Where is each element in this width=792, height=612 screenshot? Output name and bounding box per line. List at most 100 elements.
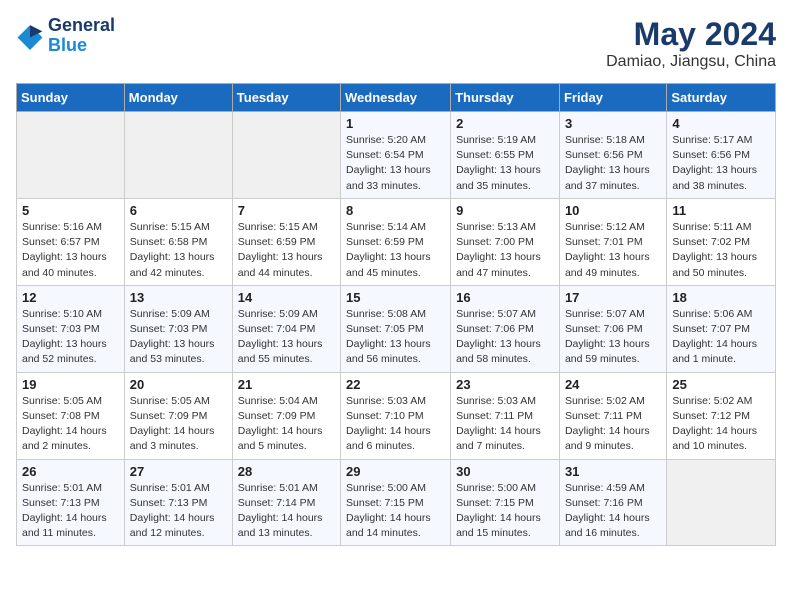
day-info: Sunrise: 5:10 AMSunset: 7:03 PMDaylight:… bbox=[22, 307, 119, 368]
day-info: Sunrise: 5:13 AMSunset: 7:00 PMDaylight:… bbox=[456, 220, 554, 281]
calendar-cell: 25 Sunrise: 5:02 AMSunset: 7:12 PMDayligh… bbox=[667, 372, 776, 459]
day-info: Sunrise: 5:01 AMSunset: 7:13 PMDaylight:… bbox=[22, 481, 119, 542]
day-info: Sunrise: 5:18 AMSunset: 6:56 PMDaylight:… bbox=[565, 133, 661, 194]
calendar-cell: 18 Sunrise: 5:06 AMSunset: 7:07 PMDayligh… bbox=[667, 285, 776, 372]
day-number: 16 bbox=[456, 290, 554, 305]
calendar-cell bbox=[124, 112, 232, 199]
calendar-cell: 8Sunrise: 5:14 AMSunset: 6:59 PMDaylight… bbox=[341, 198, 451, 285]
week-row-5: 26Sunrise: 5:01 AMSunset: 7:13 PMDayligh… bbox=[17, 459, 776, 546]
logo-icon bbox=[16, 22, 44, 50]
calendar-cell: 3 Sunrise: 5:18 AMSunset: 6:56 PMDaylight… bbox=[559, 112, 666, 199]
weekday-sunday: Sunday bbox=[17, 84, 125, 112]
day-info: Sunrise: 5:15 AMSunset: 6:59 PMDaylight:… bbox=[238, 220, 335, 281]
calendar-cell bbox=[17, 112, 125, 199]
main-title: May 2024 bbox=[606, 16, 776, 53]
day-number: 23 bbox=[456, 377, 554, 392]
day-info: Sunrise: 5:01 AMSunset: 7:13 PMDaylight:… bbox=[130, 481, 227, 542]
sub-title: Damiao, Jiangsu, China bbox=[606, 53, 776, 71]
weekday-header-row: SundayMondayTuesdayWednesdayThursdayFrid… bbox=[17, 84, 776, 112]
day-number: 30 bbox=[456, 464, 554, 479]
day-info: Sunrise: 5:04 AMSunset: 7:09 PMDaylight:… bbox=[238, 394, 335, 455]
calendar-cell: 4 Sunrise: 5:17 AMSunset: 6:56 PMDaylight… bbox=[667, 112, 776, 199]
calendar-cell: 23 Sunrise: 5:03 AMSunset: 7:11 PMDayligh… bbox=[451, 372, 560, 459]
day-number: 6 bbox=[130, 203, 227, 218]
day-number: 29 bbox=[346, 464, 445, 479]
day-number: 13 bbox=[130, 290, 227, 305]
day-info: Sunrise: 5:20 AMSunset: 6:54 PMDaylight:… bbox=[346, 133, 445, 194]
logo-text: General Blue bbox=[48, 16, 115, 56]
weekday-friday: Friday bbox=[559, 84, 666, 112]
day-info: Sunrise: 5:14 AMSunset: 6:59 PMDaylight:… bbox=[346, 220, 445, 281]
day-number: 25 bbox=[672, 377, 770, 392]
day-number: 19 bbox=[22, 377, 119, 392]
day-info: Sunrise: 5:07 AMSunset: 7:06 PMDaylight:… bbox=[565, 307, 661, 368]
calendar-cell: 11 Sunrise: 5:11 AMSunset: 7:02 PMDayligh… bbox=[667, 198, 776, 285]
calendar-cell: 29 Sunrise: 5:00 AMSunset: 7:15 PMDayligh… bbox=[341, 459, 451, 546]
weekday-monday: Monday bbox=[124, 84, 232, 112]
page-header: General Blue May 2024 Damiao, Jiangsu, C… bbox=[16, 16, 776, 71]
day-info: Sunrise: 5:17 AMSunset: 6:56 PMDaylight:… bbox=[672, 133, 770, 194]
calendar-cell: 9 Sunrise: 5:13 AMSunset: 7:00 PMDaylight… bbox=[451, 198, 560, 285]
calendar-table: SundayMondayTuesdayWednesdayThursdayFrid… bbox=[16, 83, 776, 546]
day-number: 28 bbox=[238, 464, 335, 479]
day-info: Sunrise: 5:16 AMSunset: 6:57 PMDaylight:… bbox=[22, 220, 119, 281]
day-info: Sunrise: 5:02 AMSunset: 7:12 PMDaylight:… bbox=[672, 394, 770, 455]
day-info: Sunrise: 5:01 AMSunset: 7:14 PMDaylight:… bbox=[238, 481, 335, 542]
day-info: Sunrise: 5:11 AMSunset: 7:02 PMDaylight:… bbox=[672, 220, 770, 281]
day-number: 17 bbox=[565, 290, 661, 305]
calendar-cell: 5 Sunrise: 5:16 AMSunset: 6:57 PMDaylight… bbox=[17, 198, 125, 285]
day-number: 14 bbox=[238, 290, 335, 305]
day-info: Sunrise: 5:00 AMSunset: 7:15 PMDaylight:… bbox=[346, 481, 445, 542]
week-row-3: 12 Sunrise: 5:10 AMSunset: 7:03 PMDayligh… bbox=[17, 285, 776, 372]
calendar-cell: 14 Sunrise: 5:09 AMSunset: 7:04 PMDayligh… bbox=[232, 285, 340, 372]
calendar-cell: 26Sunrise: 5:01 AMSunset: 7:13 PMDayligh… bbox=[17, 459, 125, 546]
day-info: Sunrise: 5:03 AMSunset: 7:10 PMDaylight:… bbox=[346, 394, 445, 455]
calendar-cell: 31 Sunrise: 4:59 AMSunset: 7:16 PMDayligh… bbox=[559, 459, 666, 546]
calendar-cell bbox=[232, 112, 340, 199]
title-block: May 2024 Damiao, Jiangsu, China bbox=[606, 16, 776, 71]
day-number: 31 bbox=[565, 464, 661, 479]
day-info: Sunrise: 5:09 AMSunset: 7:03 PMDaylight:… bbox=[130, 307, 227, 368]
day-number: 15 bbox=[346, 290, 445, 305]
day-info: Sunrise: 5:02 AMSunset: 7:11 PMDaylight:… bbox=[565, 394, 661, 455]
day-number: 1 bbox=[346, 116, 445, 131]
day-info: Sunrise: 5:15 AMSunset: 6:58 PMDaylight:… bbox=[130, 220, 227, 281]
calendar-cell: 20Sunrise: 5:05 AMSunset: 7:09 PMDayligh… bbox=[124, 372, 232, 459]
day-info: Sunrise: 5:08 AMSunset: 7:05 PMDaylight:… bbox=[346, 307, 445, 368]
calendar-cell: 15 Sunrise: 5:08 AMSunset: 7:05 PMDayligh… bbox=[341, 285, 451, 372]
week-row-1: 1 Sunrise: 5:20 AMSunset: 6:54 PMDaylight… bbox=[17, 112, 776, 199]
day-info: Sunrise: 5:06 AMSunset: 7:07 PMDaylight:… bbox=[672, 307, 770, 368]
day-number: 22 bbox=[346, 377, 445, 392]
logo: General Blue bbox=[16, 16, 115, 56]
calendar-cell: 22 Sunrise: 5:03 AMSunset: 7:10 PMDayligh… bbox=[341, 372, 451, 459]
calendar-cell: 13 Sunrise: 5:09 AMSunset: 7:03 PMDayligh… bbox=[124, 285, 232, 372]
weekday-saturday: Saturday bbox=[667, 84, 776, 112]
day-number: 11 bbox=[672, 203, 770, 218]
day-info: Sunrise: 4:59 AMSunset: 7:16 PMDaylight:… bbox=[565, 481, 661, 542]
calendar-cell: 30Sunrise: 5:00 AMSunset: 7:15 PMDayligh… bbox=[451, 459, 560, 546]
day-number: 12 bbox=[22, 290, 119, 305]
day-number: 18 bbox=[672, 290, 770, 305]
day-number: 5 bbox=[22, 203, 119, 218]
day-number: 10 bbox=[565, 203, 661, 218]
calendar-cell: 24Sunrise: 5:02 AMSunset: 7:11 PMDayligh… bbox=[559, 372, 666, 459]
day-number: 3 bbox=[565, 116, 661, 131]
day-number: 27 bbox=[130, 464, 227, 479]
day-info: Sunrise: 5:12 AMSunset: 7:01 PMDaylight:… bbox=[565, 220, 661, 281]
calendar-cell: 2Sunrise: 5:19 AMSunset: 6:55 PMDaylight… bbox=[451, 112, 560, 199]
day-info: Sunrise: 5:07 AMSunset: 7:06 PMDaylight:… bbox=[456, 307, 554, 368]
day-number: 9 bbox=[456, 203, 554, 218]
day-info: Sunrise: 5:03 AMSunset: 7:11 PMDaylight:… bbox=[456, 394, 554, 455]
calendar-cell: 16 Sunrise: 5:07 AMSunset: 7:06 PMDayligh… bbox=[451, 285, 560, 372]
day-info: Sunrise: 5:09 AMSunset: 7:04 PMDaylight:… bbox=[238, 307, 335, 368]
day-number: 4 bbox=[672, 116, 770, 131]
calendar-cell: 1 Sunrise: 5:20 AMSunset: 6:54 PMDaylight… bbox=[341, 112, 451, 199]
calendar-cell: 17 Sunrise: 5:07 AMSunset: 7:06 PMDayligh… bbox=[559, 285, 666, 372]
calendar-cell: 19Sunrise: 5:05 AMSunset: 7:08 PMDayligh… bbox=[17, 372, 125, 459]
day-number: 7 bbox=[238, 203, 335, 218]
calendar-cell: 28 Sunrise: 5:01 AMSunset: 7:14 PMDayligh… bbox=[232, 459, 340, 546]
weekday-tuesday: Tuesday bbox=[232, 84, 340, 112]
calendar-cell: 10 Sunrise: 5:12 AMSunset: 7:01 PMDayligh… bbox=[559, 198, 666, 285]
day-info: Sunrise: 5:19 AMSunset: 6:55 PMDaylight:… bbox=[456, 133, 554, 194]
calendar-cell bbox=[667, 459, 776, 546]
